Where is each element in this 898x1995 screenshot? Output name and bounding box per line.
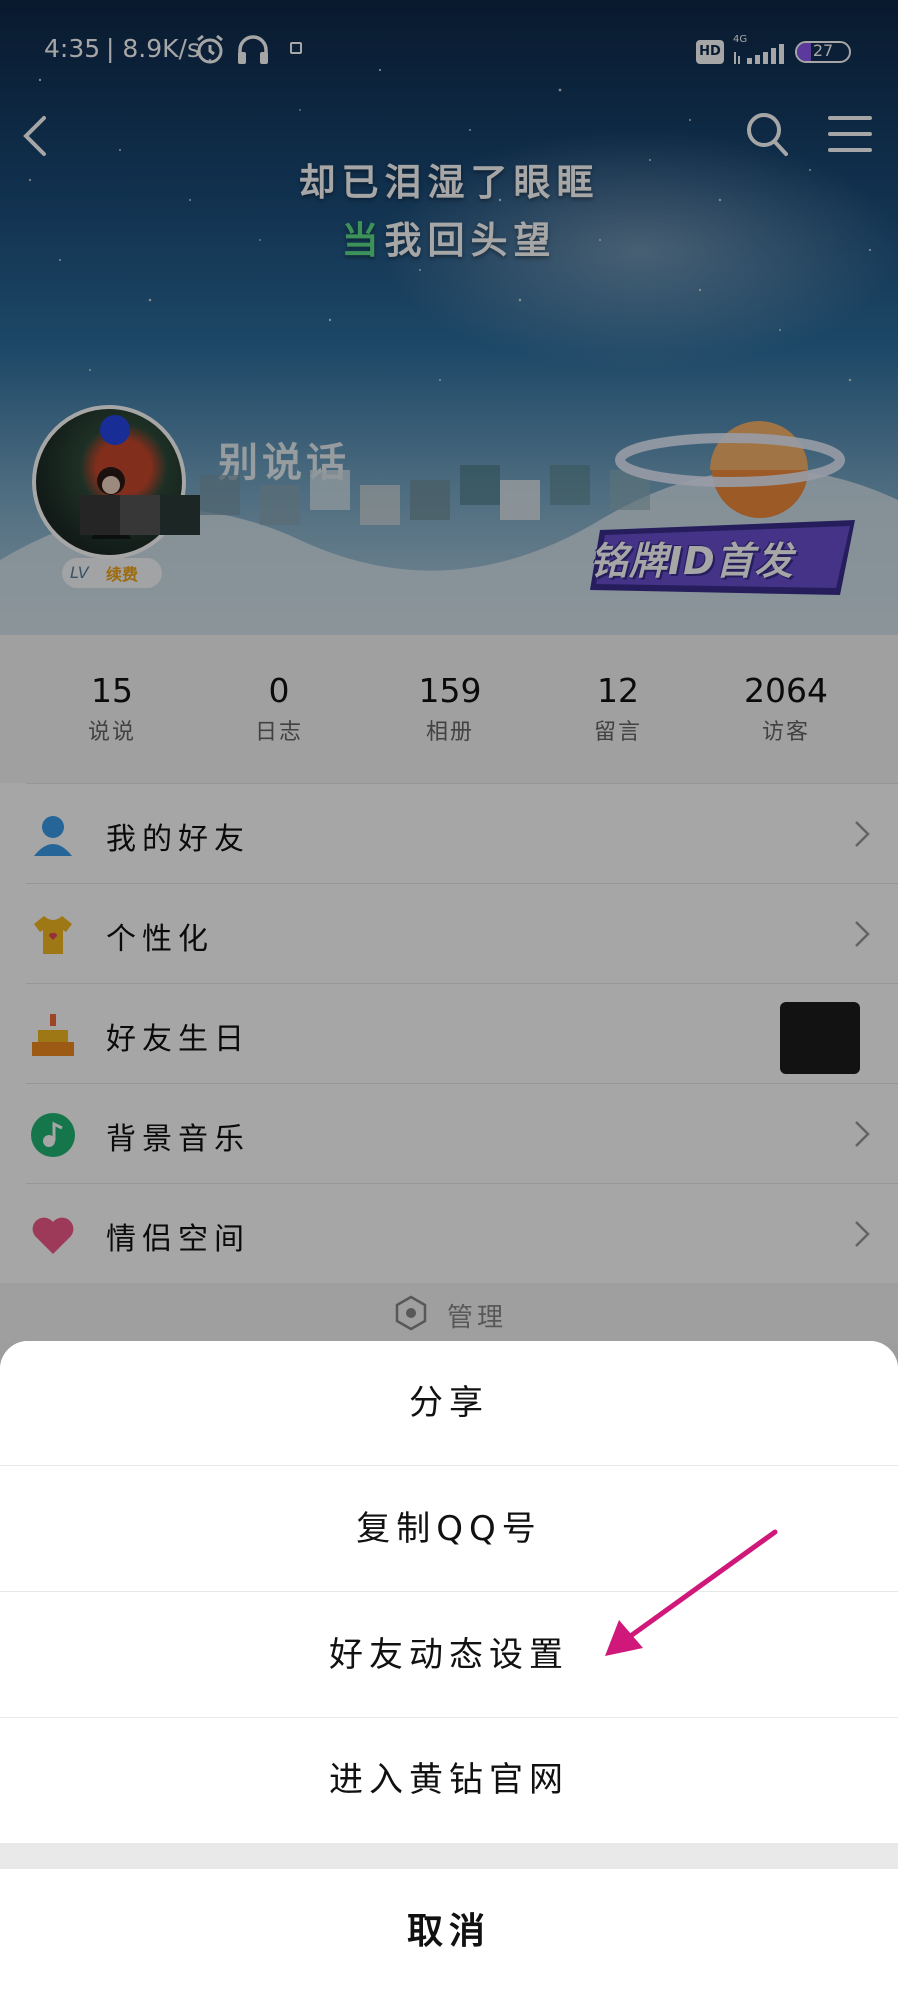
yellow-diamond-site-option[interactable]: 进入黄钻官网: [0, 1718, 898, 1843]
annotation-arrow-icon: [605, 1529, 778, 1656]
sheet-divider: [0, 1843, 898, 1869]
action-sheet: 分享 复制QQ号 好友动态设置 进入黄钻官网 取消: [0, 1341, 898, 1995]
cancel-button[interactable]: 取消: [0, 1869, 898, 1995]
share-option[interactable]: 分享: [0, 1341, 898, 1466]
